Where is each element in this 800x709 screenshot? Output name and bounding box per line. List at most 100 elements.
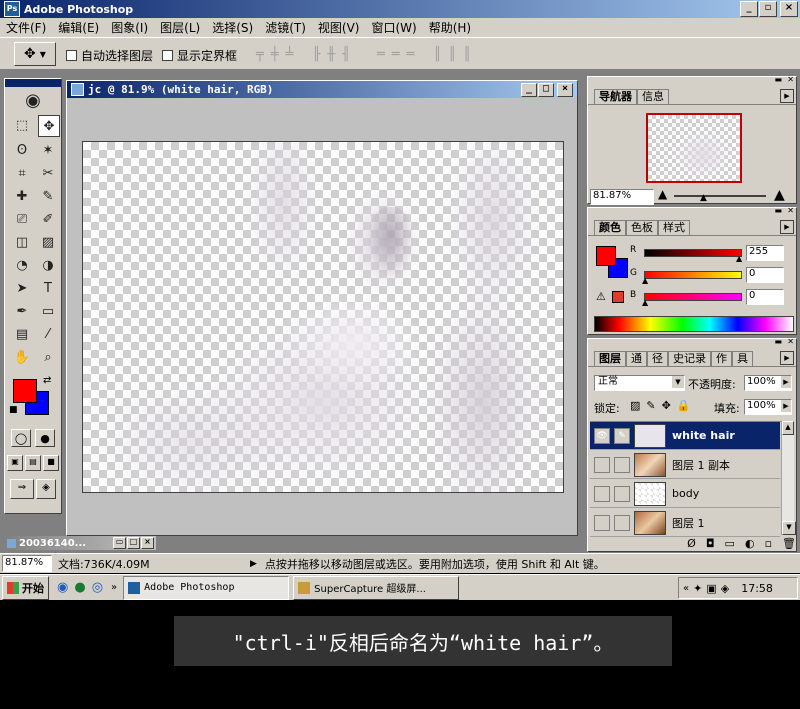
quick-mask-icon[interactable]: ● — [35, 429, 55, 447]
lock-all-icon[interactable]: 🔒 — [677, 399, 691, 412]
restore-button[interactable]: ▫ — [759, 1, 777, 17]
imageready-icon[interactable]: ◈ — [36, 479, 56, 499]
dodge-icon[interactable]: ◑ — [38, 255, 58, 275]
menu-item[interactable]: 帮助(H) — [429, 19, 471, 36]
tab-navigator[interactable]: 导航器 — [594, 89, 637, 104]
hand-icon[interactable]: ✋ — [12, 347, 32, 367]
magic-wand-icon[interactable]: ✶ — [38, 140, 58, 160]
menu-item[interactable]: 图象(I) — [111, 19, 148, 36]
eraser-icon[interactable]: ◫ — [12, 232, 32, 252]
b-value[interactable]: 0 — [746, 289, 784, 305]
tab-layers-3[interactable]: 史记录 — [668, 351, 711, 366]
close-button[interactable]: × — [780, 1, 798, 17]
warning-icon[interactable]: ⚠ — [596, 290, 606, 303]
panel-close-icon[interactable]: ✕ — [787, 75, 794, 84]
history-brush-icon[interactable]: ✐ — [38, 209, 58, 229]
clone-stamp-icon[interactable]: ⎚ — [12, 209, 32, 229]
tab-layers-5[interactable]: 具 — [732, 351, 753, 366]
menu-item[interactable]: 窗口(W) — [371, 19, 416, 36]
doc-close-button[interactable]: × — [557, 83, 573, 97]
new-layer-icon[interactable]: ▫ — [765, 537, 772, 550]
auto-select-layer[interactable]: 自动选择图层 — [66, 47, 153, 64]
blend-mode-select[interactable]: 正常 ▼ — [594, 375, 685, 391]
layer-visibility-eye-icon[interactable] — [594, 514, 610, 531]
swap-colors-icon[interactable]: ⇄ — [43, 375, 51, 386]
shape-icon[interactable]: ▭ — [38, 301, 58, 321]
r-slider[interactable] — [644, 249, 742, 257]
task-supercapture[interactable]: SuperCapture 超级屏... — [293, 575, 460, 600]
tray-clock[interactable]: 17:58 — [741, 582, 773, 595]
opacity-field[interactable]: 100% ▶ — [744, 375, 792, 391]
delete-layer-icon[interactable]: 🗑 — [782, 537, 796, 550]
mini-restore-button[interactable]: ▭ — [113, 537, 126, 549]
scroll-down-icon[interactable]: ▼ — [782, 521, 796, 535]
layer-brush-link-icon[interactable] — [614, 456, 630, 473]
blur-icon[interactable]: ◔ — [12, 255, 32, 275]
show-bounds[interactable]: 显示定界框 — [162, 47, 237, 64]
minimized-document[interactable]: 20036140... ▭ □ × — [4, 536, 156, 550]
adobe-eye-logo-icon[interactable]: ◉ — [5, 87, 61, 113]
layer-row[interactable]: 图层 1 — [590, 509, 780, 537]
layers-scrollbar[interactable]: ▲ ▼ — [781, 421, 796, 535]
crop-icon[interactable]: ⌗ — [12, 163, 32, 183]
layer-visibility-eye-icon[interactable] — [594, 456, 610, 473]
menu-item[interactable]: 图层(L) — [160, 19, 200, 36]
lock-move-icon[interactable]: ✥ — [662, 399, 671, 412]
distribute-top-icon[interactable]: ═ — [377, 47, 386, 62]
layer-brush-link-icon[interactable] — [614, 485, 630, 502]
notes-icon[interactable]: ▤ — [12, 324, 32, 344]
tab-styles[interactable]: 样式 — [658, 220, 690, 235]
panel-close-icon[interactable]: ✕ — [787, 337, 794, 346]
lock-transparency-icon[interactable]: ▨ — [630, 399, 640, 412]
distribute-left-icon[interactable]: ║ — [433, 47, 442, 62]
layer-row[interactable]: 图层 1 副本 — [590, 451, 780, 479]
lasso-icon[interactable]: ʘ — [12, 140, 32, 160]
panel-menu-icon[interactable]: ▶ — [780, 89, 794, 103]
align-middle-icon[interactable]: ╪ — [271, 47, 280, 62]
align-bottom-icon[interactable]: ╧ — [286, 47, 295, 62]
layer-brush-link-icon[interactable]: ✎ — [614, 427, 630, 444]
layer-row[interactable]: 👁 ✎ white hair — [590, 422, 780, 450]
image-canvas[interactable] — [82, 141, 564, 493]
g-slider[interactable] — [644, 271, 742, 279]
g-slider-thumb[interactable]: ▲ — [642, 276, 648, 285]
start-button[interactable]: 开始 — [2, 575, 49, 600]
zoom-out-icon[interactable]: ▲ — [658, 187, 667, 201]
path-select-icon[interactable]: ➤ — [12, 278, 32, 298]
tab-info[interactable]: 信息 — [637, 89, 669, 104]
opacity-arrow-icon[interactable]: ▶ — [781, 376, 791, 388]
zoom-slider[interactable] — [674, 195, 766, 197]
scroll-up-icon[interactable]: ▲ — [782, 421, 794, 435]
panel-menu-icon[interactable]: ▶ — [780, 351, 794, 365]
layer-style-icon[interactable]: Ø — [687, 537, 696, 550]
pen-icon[interactable]: ✒ — [12, 301, 32, 321]
panel-minimize-icon[interactable]: ▬ — [774, 206, 782, 215]
layer-row[interactable]: body — [590, 480, 780, 508]
foreground-color-swatch[interactable] — [13, 379, 37, 403]
minimize-button[interactable]: _ — [740, 1, 758, 17]
zoom-in-icon[interactable]: ▲ — [774, 187, 785, 203]
gradient-icon[interactable]: ▨ — [38, 232, 58, 252]
layer-brush-link-icon[interactable] — [614, 514, 630, 531]
screen-mode-standard-icon[interactable]: ▣ — [7, 455, 23, 471]
default-colors-icon[interactable]: ■ — [9, 405, 18, 415]
eyedropper-icon[interactable]: ⁄ — [38, 324, 58, 344]
layer-visibility-eye-icon[interactable] — [594, 485, 610, 502]
move-icon[interactable]: ✥ — [38, 115, 60, 137]
status-zoom[interactable]: 81.87% — [2, 555, 52, 572]
chevron-down-icon[interactable]: ▼ — [672, 376, 684, 388]
tab-layers-0[interactable]: 图层 — [594, 351, 626, 366]
tab-swatches[interactable]: 色板 — [626, 220, 658, 235]
mini-maximize-button[interactable]: □ — [127, 537, 140, 549]
brush-icon[interactable]: ✎ — [38, 186, 58, 206]
zoom-icon[interactable]: ⌕ — [38, 347, 58, 367]
r-value[interactable]: 255 — [746, 245, 784, 261]
doc-minimize-button[interactable]: _ — [521, 83, 537, 97]
panel-minimize-icon[interactable]: ▬ — [774, 75, 782, 84]
color-spectrum-bar[interactable] — [594, 316, 794, 332]
distribute-right-icon[interactable]: ║ — [463, 47, 472, 62]
g-value[interactable]: 0 — [746, 267, 784, 283]
document-titlebar[interactable]: jc @ 81.9% (white hair, RGB) _ □ × — [67, 81, 577, 98]
task-photoshop[interactable]: Adobe Photoshop — [123, 575, 290, 600]
distribute-center-icon[interactable]: ║ — [448, 47, 457, 62]
